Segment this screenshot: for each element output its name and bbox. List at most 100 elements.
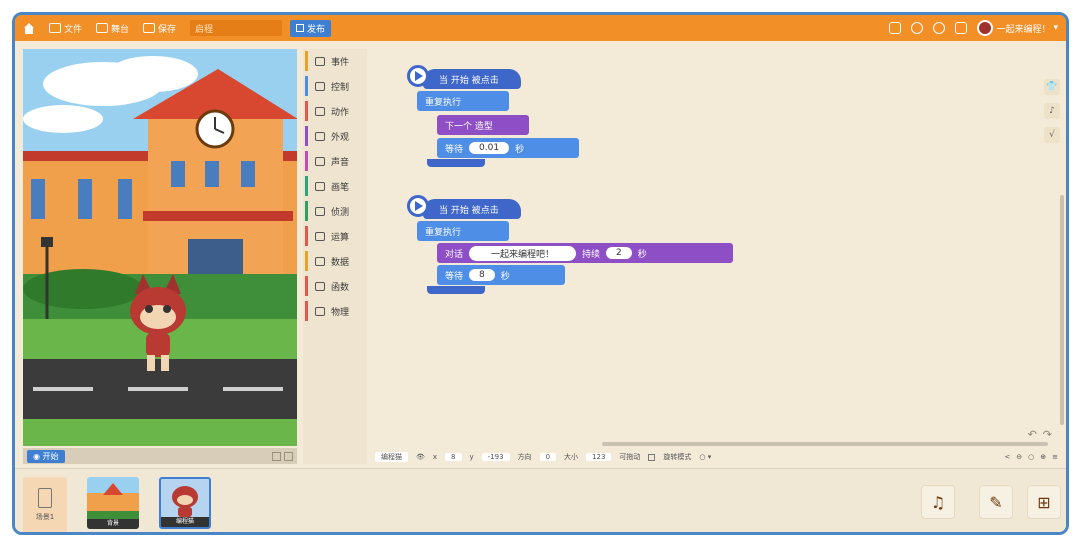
home-button[interactable] <box>23 22 35 34</box>
file-menu[interactable]: 文件 <box>49 22 82 35</box>
zoom-reset-icon[interactable]: ○ <box>1028 453 1034 461</box>
workspace-side-tools: 👕 ♪ √ <box>1044 79 1060 143</box>
category-5[interactable]: 画笔 <box>303 174 367 199</box>
category-label: 运算 <box>331 233 350 243</box>
globe-icon[interactable] <box>933 22 946 34</box>
save-label: 保存 <box>158 24 177 35</box>
publish-icon <box>296 24 305 32</box>
wait-block-1[interactable]: 等待 0.01 秒 <box>437 138 579 158</box>
username: 一起来编程！ <box>996 24 1051 35</box>
sound-icon[interactable]: ♪ <box>1044 103 1060 119</box>
undo-redo: ↶ ↷ <box>1028 428 1052 441</box>
physics-icon <box>315 307 325 316</box>
publish-button[interactable]: 发布 <box>290 19 332 37</box>
stage-canvas[interactable] <box>23 49 297 446</box>
wait-value-input[interactable]: 8 <box>469 269 495 281</box>
operator-icon <box>315 232 325 241</box>
say-text-input[interactable]: 一起来编程吧！ <box>469 245 577 261</box>
paint-button[interactable]: ✎ <box>979 485 1013 519</box>
direction-field[interactable]: 0 <box>539 453 557 461</box>
asset-panel: 场景1 背景 编程猫 ♫ ✎ ⊞ <box>15 468 1066 532</box>
when-start-hat-block-1[interactable]: 当 开始 被点击 <box>423 69 521 89</box>
redo-icon[interactable]: ↷ <box>1043 428 1052 441</box>
sensing-icon <box>315 207 325 216</box>
x-field[interactable]: 8 <box>445 453 462 461</box>
category-10[interactable]: 物理 <box>303 299 367 324</box>
say-label: 对话 <box>445 249 464 260</box>
file-label: 文件 <box>64 24 83 35</box>
help-icon[interactable] <box>911 22 924 34</box>
say-block[interactable]: 对话 一起来编程吧！ 持续 2 秒 <box>437 243 733 263</box>
undo-icon[interactable]: ↶ <box>1028 428 1037 441</box>
draggable-checkbox[interactable] <box>648 453 656 461</box>
music-icon: ♫ <box>930 492 946 512</box>
music-button[interactable]: ♫ <box>921 485 955 519</box>
x-label: x <box>432 453 438 461</box>
direction-label: 方向 <box>517 453 532 461</box>
repeat-forever-block-2[interactable]: 重复执行 <box>417 221 509 241</box>
size-label: 大小 <box>564 453 579 461</box>
vertical-scrollbar[interactable] <box>1060 195 1064 425</box>
horizontal-scrollbar[interactable] <box>602 442 1048 446</box>
folder-add-icon: ⊞ <box>1037 492 1051 512</box>
rotation-mode-label: 旋转模式 <box>663 453 692 461</box>
size-field[interactable]: 123 <box>586 453 612 461</box>
y-field[interactable]: -193 <box>481 453 510 461</box>
sprite-name-field[interactable]: 编程猫 <box>375 452 408 462</box>
save-button[interactable]: 保存 <box>143 22 176 35</box>
robot-icon[interactable] <box>955 22 968 34</box>
save-icon <box>143 23 156 33</box>
category-label: 函数 <box>331 283 350 293</box>
function-icon <box>315 282 325 291</box>
control-icon <box>315 82 325 91</box>
grid-icon[interactable] <box>284 451 293 461</box>
category-1[interactable]: 控制 <box>303 74 367 99</box>
script-workspace[interactable]: 当 开始 被点击 重复执行 下一个 造型 等待 0.01 秒 当 开始 被点击 重复… <box>371 45 1066 448</box>
category-2[interactable]: 动作 <box>303 99 367 124</box>
when-start-hat-block-2[interactable]: 当 开始 被点击 <box>423 199 521 219</box>
category-7[interactable]: 运算 <box>303 224 367 249</box>
start-button[interactable]: ◉ 开始 <box>27 449 65 463</box>
wait-value-input[interactable]: 0.01 <box>469 142 510 154</box>
category-8[interactable]: 数据 <box>303 249 367 274</box>
looks-icon <box>315 132 325 141</box>
zoom-out-icon[interactable]: ⊖ <box>1016 453 1022 461</box>
repeat-forever-block-1[interactable]: 重复执行 <box>417 91 509 111</box>
eye-icon[interactable]: 👁 <box>416 453 425 461</box>
category-3[interactable]: 外观 <box>303 124 367 149</box>
hat-label: 当 开始 被点击 <box>439 205 499 216</box>
wait-block-2[interactable]: 等待 8 秒 <box>437 265 565 285</box>
duration-value-input[interactable]: 2 <box>606 247 632 259</box>
stage-icon <box>96 23 109 33</box>
phone-icon[interactable] <box>889 22 902 34</box>
rotation-mode-select[interactable]: ○ ▾ <box>699 453 711 461</box>
costume-icon[interactable]: 👕 <box>1044 79 1060 95</box>
next-costume-block[interactable]: 下一个 造型 <box>437 115 529 135</box>
category-label: 数据 <box>331 258 350 268</box>
data-icon <box>315 257 325 266</box>
avatar <box>977 20 994 36</box>
user-menu[interactable]: 一起来编程！ ▾ <box>977 20 1058 36</box>
stage-menu[interactable]: 舞台 <box>96 22 129 35</box>
wait-label: 等待 <box>445 271 464 282</box>
variable-icon[interactable]: √ <box>1044 127 1060 143</box>
collapse-icon[interactable]: < <box>1004 453 1010 461</box>
project-name-input[interactable]: 启程 <box>190 20 283 36</box>
green-flag-icon <box>407 195 429 217</box>
category-9[interactable]: 函数 <box>303 274 367 299</box>
zoom-in-icon[interactable]: ⊕ <box>1040 453 1046 461</box>
category-6[interactable]: 侦测 <box>303 199 367 224</box>
event-icon <box>315 57 325 66</box>
category-0[interactable]: 事件 <box>303 49 367 74</box>
category-4[interactable]: 声音 <box>303 149 367 174</box>
backdrop-thumbnail[interactable]: 背景 <box>87 477 139 529</box>
sprite-thumbnail[interactable]: 编程猫 <box>159 477 211 529</box>
chevron-down-icon: ▾ <box>1053 23 1058 33</box>
fullscreen-icon[interactable] <box>272 451 281 461</box>
category-label: 外观 <box>331 133 350 143</box>
loop-end-cap-2 <box>427 286 485 294</box>
duration-label: 持续 <box>582 249 601 260</box>
menu-icon[interactable]: ≡ <box>1052 453 1058 461</box>
upload-button[interactable]: ⊞ <box>1027 485 1061 519</box>
scene-button[interactable]: 场景1 <box>23 477 67 532</box>
